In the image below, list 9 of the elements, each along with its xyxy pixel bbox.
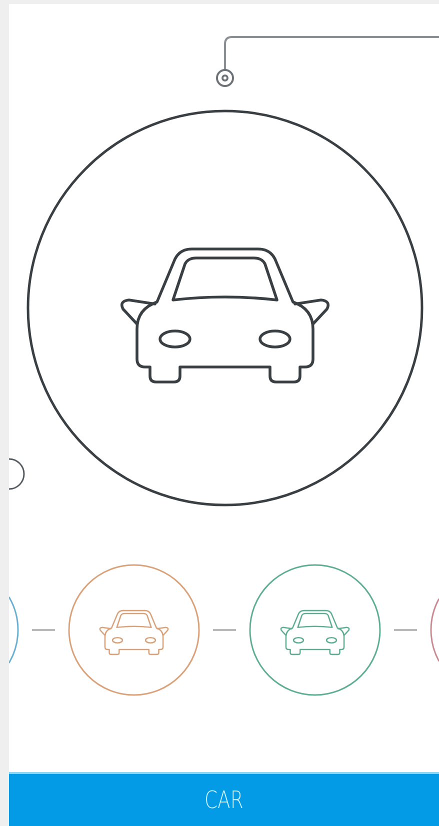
car-option[interactable] (430, 598, 439, 662)
car-icon (120, 248, 330, 384)
selection-label: CAR (204, 786, 244, 814)
car-icon (280, 610, 350, 656)
car-option[interactable] (68, 564, 200, 696)
car-option[interactable] (249, 564, 381, 696)
car-option[interactable] (9, 596, 19, 664)
node-icon (216, 69, 234, 87)
car-icon (99, 610, 169, 656)
